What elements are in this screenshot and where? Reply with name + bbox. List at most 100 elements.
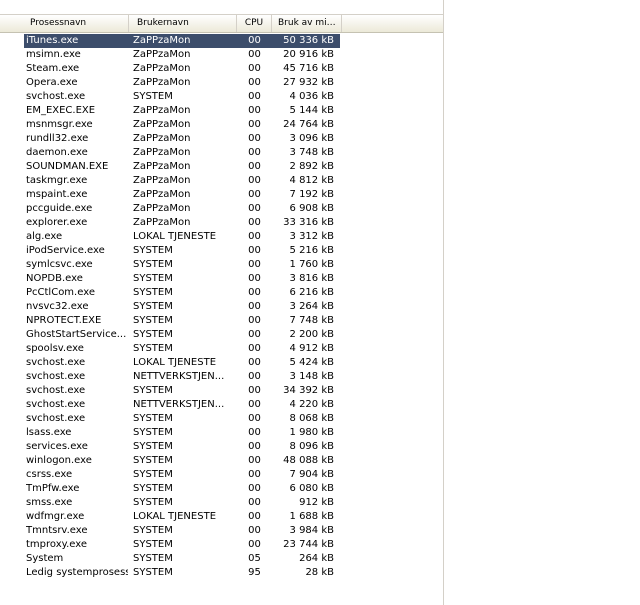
process-name-cell: svchost.exe [26, 371, 86, 382]
user-name-cell: SYSTEM [133, 315, 173, 326]
cpu-cell: 00 [248, 77, 261, 88]
table-row[interactable]: EM_EXEC.EXE ZaPPzaMon 00 5 144 kB [0, 104, 444, 118]
table-row[interactable]: Steam.exe ZaPPzaMon 00 45 716 kB [0, 62, 444, 76]
table-row[interactable]: PcCtlCom.exe SYSTEM 00 6 216 kB [0, 286, 444, 300]
table-row[interactable]: msimn.exe ZaPPzaMon 00 20 916 kB [0, 48, 444, 62]
process-name-cell: svchost.exe [26, 399, 86, 410]
process-name-cell: svchost.exe [26, 413, 86, 424]
table-row[interactable]: SOUNDMAN.EXE ZaPPzaMon 00 2 892 kB [0, 160, 444, 174]
cpu-cell: 00 [248, 259, 261, 270]
process-name-cell: rundll32.exe [26, 133, 89, 144]
memory-usage-cell: 3 748 kB [289, 147, 334, 158]
process-name-cell: daemon.exe [26, 147, 88, 158]
table-row[interactable]: symlcsvc.exe SYSTEM 00 1 760 kB [0, 258, 444, 272]
user-name-cell: SYSTEM [133, 245, 173, 256]
memory-usage-cell: 7 748 kB [289, 315, 334, 326]
table-row[interactable]: services.exe SYSTEM 00 8 096 kB [0, 440, 444, 454]
user-name-cell: SYSTEM [133, 427, 173, 438]
cpu-cell: 95 [248, 567, 261, 578]
table-row[interactable]: smss.exe SYSTEM 00 912 kB [0, 496, 444, 510]
table-row[interactable]: msnmsgr.exe ZaPPzaMon 00 24 764 kB [0, 118, 444, 132]
column-header-process-name[interactable]: Prosessnavn [0, 15, 129, 32]
table-row[interactable]: rundll32.exe ZaPPzaMon 00 3 096 kB [0, 132, 444, 146]
table-row[interactable]: explorer.exe ZaPPzaMon 00 33 316 kB [0, 216, 444, 230]
cpu-cell: 00 [248, 315, 261, 326]
table-row[interactable]: alg.exe LOKAL TJENESTE 00 3 312 kB [0, 230, 444, 244]
table-row[interactable]: Opera.exe ZaPPzaMon 00 27 932 kB [0, 76, 444, 90]
table-row[interactable]: svchost.exe SYSTEM 00 34 392 kB [0, 384, 444, 398]
cpu-cell: 00 [248, 189, 261, 200]
user-name-cell: SYSTEM [133, 273, 173, 284]
memory-usage-cell: 3 148 kB [289, 371, 334, 382]
process-name-cell: nvsvc32.exe [26, 301, 89, 312]
column-header-empty [342, 15, 444, 32]
cpu-cell: 05 [248, 553, 261, 564]
cpu-cell: 00 [248, 273, 261, 284]
memory-usage-cell: 5 144 kB [289, 105, 334, 116]
table-row[interactable]: GhostStartService... SYSTEM 00 2 200 kB [0, 328, 444, 342]
cpu-cell: 00 [248, 35, 261, 46]
cpu-cell: 00 [248, 469, 261, 480]
user-name-cell: ZaPPzaMon [133, 147, 191, 158]
table-row[interactable]: svchost.exe LOKAL TJENESTE 00 5 424 kB [0, 356, 444, 370]
cpu-cell: 00 [248, 175, 261, 186]
table-row[interactable]: pccguide.exe ZaPPzaMon 00 6 908 kB [0, 202, 444, 216]
table-row[interactable]: NOPDB.exe SYSTEM 00 3 816 kB [0, 272, 444, 286]
memory-usage-cell: 5 424 kB [289, 357, 334, 368]
cpu-cell: 00 [248, 525, 261, 536]
memory-usage-cell: 1 760 kB [289, 259, 334, 270]
process-name-cell: NPROTECT.EXE [26, 315, 102, 326]
column-header-memory-usage[interactable]: Bruk av mi… [272, 15, 342, 32]
user-name-cell: LOKAL TJENESTE [133, 231, 217, 242]
user-name-cell: SYSTEM [133, 259, 173, 270]
table-row[interactable]: System SYSTEM 05 264 kB [0, 552, 444, 566]
cpu-cell: 00 [248, 483, 261, 494]
table-row[interactable]: Tmntsrv.exe SYSTEM 00 3 984 kB [0, 524, 444, 538]
table-row[interactable]: taskmgr.exe ZaPPzaMon 00 4 812 kB [0, 174, 444, 188]
table-row[interactable]: Ledig systemprosess SYSTEM 95 28 kB [0, 566, 444, 580]
process-name-cell: spoolsv.exe [26, 343, 84, 354]
user-name-cell: ZaPPzaMon [133, 175, 191, 186]
cpu-cell: 00 [248, 245, 261, 256]
memory-usage-cell: 3 816 kB [289, 273, 334, 284]
table-row[interactable]: TmPfw.exe SYSTEM 00 6 080 kB [0, 482, 444, 496]
cpu-cell: 00 [248, 203, 261, 214]
table-row[interactable]: svchost.exe NETTVERKSTJEN... 00 3 148 kB [0, 370, 444, 384]
user-name-cell: LOKAL TJENESTE [133, 357, 217, 368]
table-row[interactable]: tmproxy.exe SYSTEM 00 23 744 kB [0, 538, 444, 552]
process-list-panel: Prosessnavn Brukernavn CPU Bruk av mi… i… [0, 0, 444, 605]
process-name-cell: lsass.exe [26, 427, 72, 438]
user-name-cell: ZaPPzaMon [133, 217, 191, 228]
table-row[interactable]: svchost.exe SYSTEM 00 4 036 kB [0, 90, 444, 104]
table-row[interactable]: winlogon.exe SYSTEM 00 48 088 kB [0, 454, 444, 468]
cpu-cell: 00 [248, 399, 261, 410]
table-row[interactable]: csrss.exe SYSTEM 00 7 904 kB [0, 468, 444, 482]
table-row[interactable]: mspaint.exe ZaPPzaMon 00 7 192 kB [0, 188, 444, 202]
user-name-cell: SYSTEM [133, 497, 173, 508]
table-row[interactable]: svchost.exe NETTVERKSTJEN... 00 4 220 kB [0, 398, 444, 412]
cpu-cell: 00 [248, 287, 261, 298]
table-row[interactable]: iPodService.exe SYSTEM 00 5 216 kB [0, 244, 444, 258]
process-name-cell: TmPfw.exe [26, 483, 80, 494]
column-header-user-name[interactable]: Brukernavn [129, 15, 237, 32]
memory-usage-cell: 2 200 kB [289, 329, 334, 340]
cpu-cell: 00 [248, 161, 261, 172]
table-row[interactable]: wdfmgr.exe LOKAL TJENESTE 00 1 688 kB [0, 510, 444, 524]
table-row[interactable]: iTunes.exe ZaPPzaMon 00 50 336 kB [0, 34, 444, 48]
process-name-cell: SOUNDMAN.EXE [26, 161, 109, 172]
memory-usage-cell: 23 744 kB [283, 539, 334, 550]
table-row[interactable]: lsass.exe SYSTEM 00 1 980 kB [0, 426, 444, 440]
process-name-cell: EM_EXEC.EXE [26, 105, 96, 116]
memory-usage-cell: 50 336 kB [283, 35, 334, 46]
table-row[interactable]: spoolsv.exe SYSTEM 00 4 912 kB [0, 342, 444, 356]
table-row[interactable]: NPROTECT.EXE SYSTEM 00 7 748 kB [0, 314, 444, 328]
cpu-cell: 00 [248, 357, 261, 368]
process-name-cell: smss.exe [26, 497, 73, 508]
table-row[interactable]: daemon.exe ZaPPzaMon 00 3 748 kB [0, 146, 444, 160]
memory-usage-cell: 6 080 kB [289, 483, 334, 494]
table-row[interactable]: nvsvc32.exe SYSTEM 00 3 264 kB [0, 300, 444, 314]
column-header-cpu[interactable]: CPU [237, 15, 272, 32]
memory-usage-cell: 33 316 kB [283, 217, 334, 228]
table-row[interactable]: svchost.exe SYSTEM 00 8 068 kB [0, 412, 444, 426]
process-name-cell: csrss.exe [26, 469, 73, 480]
